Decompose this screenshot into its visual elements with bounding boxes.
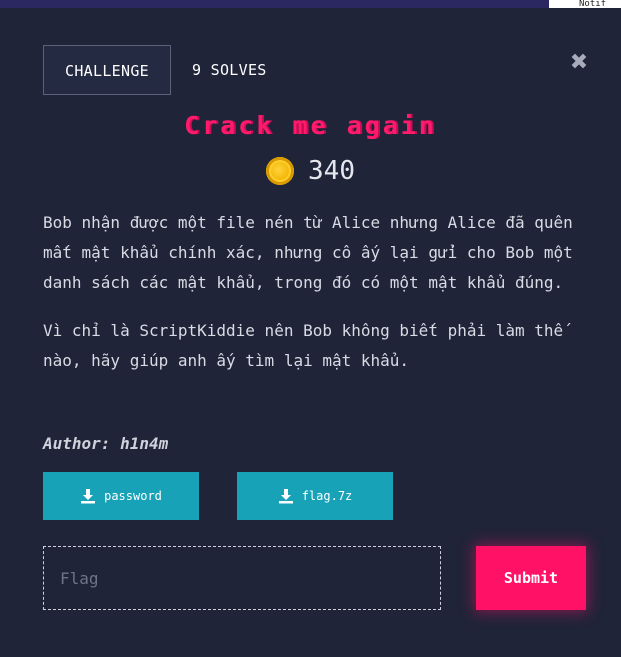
points-value: 340 [308,156,355,186]
submit-button[interactable]: Submit [476,546,586,610]
download-icon [278,488,294,504]
challenge-author: Author: h1n4m [43,434,169,453]
download-password-label: password [104,489,162,503]
notification-tab[interactable]: Notif [549,0,621,8]
description-paragraph-1: Bob nhận được một file nén từ Alice nhưn… [43,213,573,292]
close-icon[interactable]: ✖ [568,52,590,74]
challenge-points: 340 [0,156,621,186]
challenge-modal: CHALLENGE 9 SOLVES ✖ Crack me again 340 … [0,8,621,657]
download-flag-label: flag.7z [301,489,353,503]
tab-challenge[interactable]: CHALLENGE [43,45,171,95]
tab-solves[interactable]: 9 SOLVES [171,45,288,95]
challenge-title: Crack me again [184,111,437,140]
modal-tabs: CHALLENGE 9 SOLVES [43,45,288,95]
flag-input[interactable] [43,546,441,610]
download-password-button[interactable]: password [43,472,199,520]
description-paragraph-2: Vì chỉ là ScriptKiddie nên Bob không biế… [43,321,564,370]
download-flag-button[interactable]: flag.7z [237,472,393,520]
coin-icon [266,157,295,185]
download-icon [80,488,96,504]
challenge-description: Bob nhận được một file nén từ Alice nhưn… [43,208,591,394]
notification-tab-label: Notif [579,0,607,8]
